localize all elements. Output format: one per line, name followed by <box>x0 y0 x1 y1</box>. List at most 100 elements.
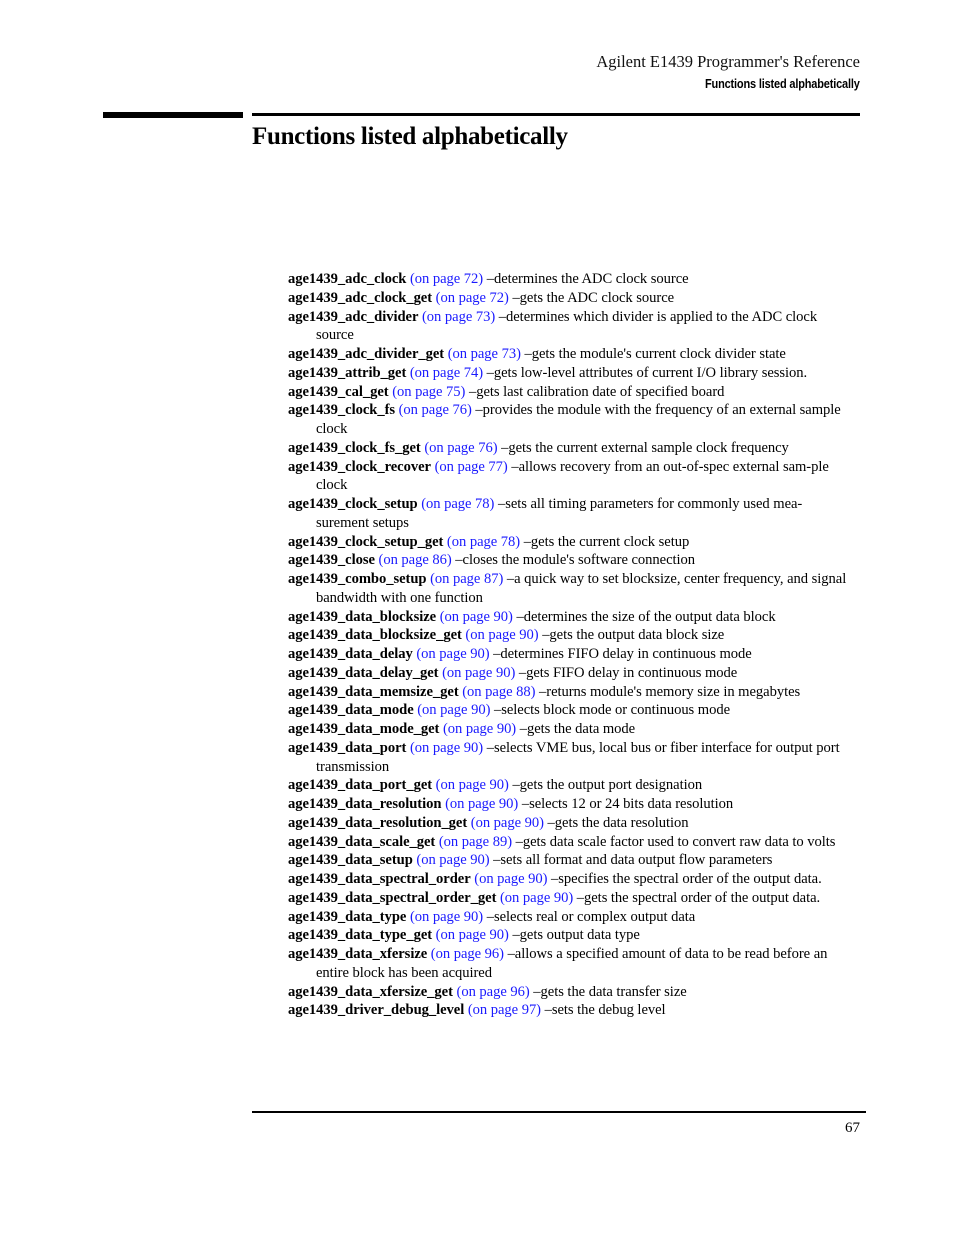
function-entry: age1439_clock_fs_get (on page 76) –gets … <box>288 439 853 458</box>
function-entry: age1439_data_port_get (on page 90) –gets… <box>288 776 853 795</box>
function-name: age1439_clock_recover <box>288 458 431 475</box>
page-reference-link[interactable]: (on page 87) <box>430 571 503 587</box>
page-reference-link[interactable]: (on page 90) <box>500 890 573 906</box>
running-section-name: Functions listed alphabetically <box>705 77 860 91</box>
page-reference-link[interactable]: (on page 90) <box>443 721 516 737</box>
function-entry: age1439_clock_recover (on page 77) –allo… <box>288 458 853 496</box>
function-entry: age1439_clock_setup (on page 78) –sets a… <box>288 495 853 533</box>
page-reference-link[interactable]: (on page 72) <box>436 290 509 306</box>
function-entry: age1439_data_blocksize (on page 90) –det… <box>288 608 853 627</box>
function-description: –gets the data transfer size <box>533 983 687 1000</box>
function-description: –gets output data type <box>512 927 640 944</box>
page-reference-link[interactable]: (on page 90) <box>440 609 513 625</box>
function-entry: age1439_data_blocksize_get (on page 90) … <box>288 626 853 645</box>
function-description: –selects 12 or 24 bits data resolution <box>521 796 734 812</box>
page-reference-link[interactable]: (on page 76) <box>424 440 497 456</box>
function-description: –gets the ADC clock source <box>512 289 675 306</box>
page-reference-link[interactable]: (on page 90) <box>436 927 509 943</box>
function-description: –gets data scale factor used to convert … <box>515 833 836 850</box>
function-entry: age1439_data_mode (on page 90) –selects … <box>288 701 853 720</box>
page-reference-link[interactable]: (on page 86) <box>379 552 452 568</box>
function-description: –gets low-level attributes of current I/… <box>486 364 808 381</box>
page-reference-link[interactable]: (on page 96) <box>457 984 530 1000</box>
function-entry: age1439_combo_setup (on page 87) –a quic… <box>288 570 853 608</box>
page-reference-link[interactable]: (on page 97) <box>468 1002 541 1018</box>
function-entry: age1439_data_type (on page 90) –selects … <box>288 908 853 927</box>
page-reference-link[interactable]: (on page 90) <box>471 815 544 831</box>
page-reference-link[interactable]: (on page 90) <box>416 646 489 662</box>
function-entry: age1439_attrib_get (on page 74) –gets lo… <box>288 364 853 383</box>
page-reference-link[interactable]: (on page 90) <box>445 796 518 812</box>
page-reference-link[interactable]: (on page 90) <box>417 702 490 718</box>
page-reference-link[interactable]: (on page 74) <box>410 365 483 381</box>
page-reference-link[interactable]: (on page 73) <box>448 346 521 362</box>
page-reference-link[interactable]: (on page 73) <box>422 309 495 325</box>
function-entry: age1439_data_spectral_order (on page 90)… <box>288 870 853 889</box>
function-name: age1439_clock_setup_get <box>288 533 444 550</box>
function-entry: age1439_data_resolution_get (on page 90)… <box>288 814 853 833</box>
function-name: age1439_close <box>288 552 375 569</box>
function-entry: age1439_data_delay (on page 90) –determi… <box>288 645 853 664</box>
function-name: age1439_data_xfersize <box>288 946 428 962</box>
function-name: age1439_data_type_get <box>288 927 433 944</box>
function-description: –provides the module with the frequency … <box>316 402 841 437</box>
function-entry: age1439_data_port (on page 90) –selects … <box>288 739 853 777</box>
page-reference-link[interactable]: (on page 90) <box>410 740 483 756</box>
function-name: age1439_data_scale_get <box>288 833 436 850</box>
function-entry: age1439_adc_divider (on page 73) –determ… <box>288 308 853 346</box>
function-name: age1439_adc_clock_get <box>288 289 433 306</box>
page-number: 67 <box>845 1120 860 1136</box>
header-thin-rule <box>252 113 860 116</box>
function-name: age1439_data_blocksize <box>288 608 437 625</box>
function-entry: age1439_data_memsize_get (on page 88) –r… <box>288 683 853 702</box>
function-name: age1439_adc_clock <box>288 271 407 287</box>
function-entry: age1439_data_scale_get (on page 89) –get… <box>288 833 853 852</box>
function-entry: age1439_close (on page 86) –closes the m… <box>288 551 853 570</box>
function-entry: age1439_adc_divider_get (on page 73) –ge… <box>288 345 853 364</box>
function-description: –gets the data mode <box>519 721 636 737</box>
page-reference-link[interactable]: (on page 90) <box>410 909 483 925</box>
page-reference-link[interactable]: (on page 90) <box>436 777 509 793</box>
header-thick-rule <box>103 112 243 118</box>
function-description: –determines FIFO delay in continuous mod… <box>493 646 752 662</box>
page-reference-link[interactable]: (on page 77) <box>435 459 508 475</box>
function-entry: age1439_data_delay_get (on page 90) –get… <box>288 664 853 683</box>
running-header: Agilent E1439 Programmer's Reference Fun… <box>596 52 860 93</box>
function-name: age1439_data_port_get <box>288 777 433 794</box>
function-name: age1439_data_resolution <box>288 796 442 812</box>
page-reference-link[interactable]: (on page 96) <box>431 946 504 962</box>
function-entry: age1439_cal_get (on page 75) –gets last … <box>288 383 853 402</box>
function-name: age1439_data_setup <box>288 852 413 869</box>
page-reference-link[interactable]: (on page 90) <box>416 852 489 868</box>
page-reference-link[interactable]: (on page 90) <box>465 627 538 643</box>
page-reference-link[interactable]: (on page 90) <box>474 871 547 887</box>
function-entry: age1439_data_resolution (on page 90) –se… <box>288 795 853 814</box>
function-description: –gets the data resolution <box>547 814 689 831</box>
page-reference-link[interactable]: (on page 76) <box>399 402 472 418</box>
page-reference-link[interactable]: (on page 78) <box>421 496 494 512</box>
page-reference-link[interactable]: (on page 75) <box>392 384 465 400</box>
function-description: –gets the current clock setup <box>523 533 690 550</box>
function-name: age1439_adc_divider_get <box>288 346 445 362</box>
function-list: age1439_adc_clock (on page 72) –determin… <box>288 270 853 1020</box>
chapter-title: Functions listed alphabetically <box>252 123 568 150</box>
function-description: –determines the size of the output data … <box>516 608 776 625</box>
page-reference-link[interactable]: (on page 90) <box>442 665 515 681</box>
function-name: age1439_data_mode_get <box>288 721 440 737</box>
function-entry: age1439_adc_clock (on page 72) –determin… <box>288 270 853 289</box>
page-reference-link[interactable]: (on page 88) <box>462 684 535 700</box>
function-description: –sets the debug level <box>544 1002 666 1019</box>
page-reference-link[interactable]: (on page 89) <box>439 834 512 850</box>
function-description: –gets FIFO delay in continuous mode <box>518 664 738 681</box>
function-name: age1439_data_blocksize_get <box>288 627 462 644</box>
function-name: age1439_clock_setup <box>288 496 418 512</box>
page-reference-link[interactable]: (on page 78) <box>447 534 520 550</box>
function-entry: age1439_data_type_get (on page 90) –gets… <box>288 926 853 945</box>
function-description: –determines the ADC clock source <box>486 271 689 287</box>
page-reference-link[interactable]: (on page 72) <box>410 271 483 287</box>
function-name: age1439_clock_fs <box>288 402 396 419</box>
function-description: –gets the spectral order of the output d… <box>576 889 821 906</box>
function-description: –returns module's memory size in megabyt… <box>539 683 801 700</box>
function-entry: age1439_data_mode_get (on page 90) –gets… <box>288 720 853 739</box>
function-name: age1439_driver_debug_level <box>288 1002 465 1019</box>
